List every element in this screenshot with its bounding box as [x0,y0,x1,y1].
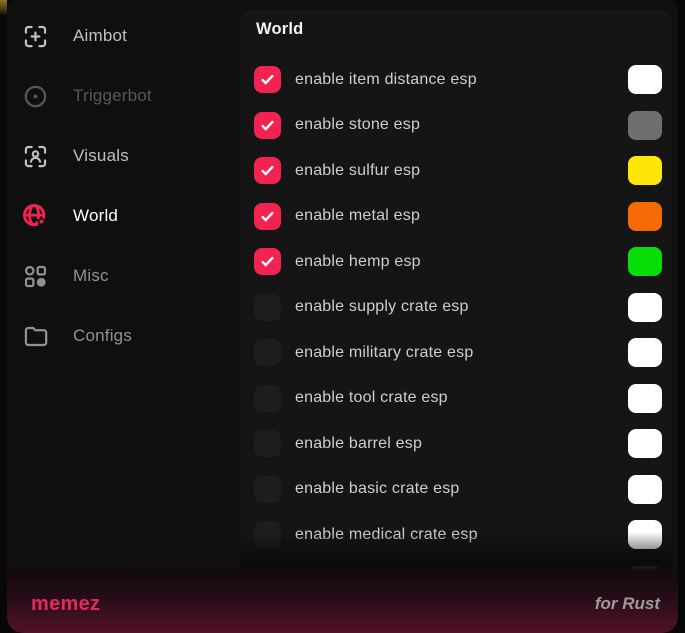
sidebar-item-label: Aimbot [73,26,127,46]
color-swatch[interactable] [628,65,662,94]
triggerbot-circle-dot-icon [22,83,49,110]
checkbox-unchecked[interactable] [254,385,281,412]
sidebar-item-configs[interactable]: Configs [7,306,240,366]
esp-option-label: enable barrel esp [295,435,422,453]
checkbox-unchecked[interactable] [254,294,281,321]
esp-options-list: enable item distance esp enable stone esp… [254,57,662,570]
esp-option-label: enable metal esp [295,207,420,225]
esp-option-row: enable medical crate esp [254,512,662,558]
checkbox-unchecked[interactable] [254,430,281,457]
esp-option-row: enable item distance esp [254,57,662,103]
color-swatch[interactable] [628,475,662,504]
esp-option-label: enable medical crate esp [295,526,478,544]
checkbox-checked[interactable] [254,157,281,184]
checkbox-unchecked[interactable] [254,521,281,548]
color-swatch[interactable] [628,520,662,549]
checkbox-checked[interactable] [254,66,281,93]
background-game-sliver [0,0,7,16]
checkbox-checked[interactable] [254,112,281,139]
brand-tagline: for Rust [595,594,660,614]
checkbox-unchecked[interactable] [254,339,281,366]
sidebar-item-world[interactable]: World [7,186,240,246]
panel-title: World [256,20,303,39]
sidebar-item-aimbot[interactable]: Aimbot [7,6,240,66]
esp-option-row: enable military crate esp [254,330,662,376]
color-swatch[interactable] [628,111,662,140]
color-swatch[interactable] [628,566,662,570]
checkbox-unchecked[interactable] [254,476,281,503]
esp-option-row: enable hemp esp [254,239,662,285]
cheat-menu-window: AimbotTriggerbotVisualsWorldMiscConfigs … [7,0,678,633]
esp-option-label: enable stone esp [295,116,420,134]
esp-option-row: enable barrel esp [254,421,662,467]
esp-option-row [254,558,662,571]
brand-name: memez [31,593,100,616]
checkbox-checked[interactable] [254,248,281,275]
checkbox-checked[interactable] [254,203,281,230]
sidebar-item-label: Visuals [73,146,129,166]
esp-option-label: enable sulfur esp [295,162,420,180]
esp-option-label: enable supply crate esp [295,298,469,316]
sidebar-item-label: Misc [73,266,109,286]
esp-option-label: enable hemp esp [295,253,421,271]
esp-option-row: enable sulfur esp [254,148,662,194]
sidebar-item-visuals[interactable]: Visuals [7,126,240,186]
color-swatch[interactable] [628,293,662,322]
aimbot-crosshair-icon [22,23,49,50]
visuals-scan-person-icon [22,143,49,170]
esp-option-label: enable military crate esp [295,344,473,362]
esp-option-label: enable tool crate esp [295,389,448,407]
world-globe-star-icon [22,203,49,230]
esp-option-label: enable item distance esp [295,71,477,89]
color-swatch[interactable] [628,247,662,276]
sidebar-item-label: World [73,206,118,226]
esp-option-row: enable supply crate esp [254,285,662,331]
color-swatch[interactable] [628,202,662,231]
esp-option-row: enable stone esp [254,103,662,149]
esp-option-row: enable basic crate esp [254,467,662,513]
checkbox-unchecked[interactable] [254,567,281,570]
color-swatch[interactable] [628,384,662,413]
footer: memez for Rust [7,575,678,633]
esp-option-row: enable tool crate esp [254,376,662,422]
sidebar-item-misc[interactable]: Misc [7,246,240,306]
sidebar-item-label: Configs [73,326,132,346]
sidebar-item-label: Triggerbot [73,86,152,106]
misc-shapes-icon [22,263,49,290]
color-swatch[interactable] [628,338,662,367]
sidebar-item-triggerbot[interactable]: Triggerbot [7,66,240,126]
sidebar: Aimbot Triggerbot Visuals World Misc Configs [7,0,240,575]
esp-option-row: enable metal esp [254,194,662,240]
color-swatch[interactable] [628,429,662,458]
settings-panel: World enable item distance esp enable sto… [240,10,672,570]
configs-folder-icon [22,323,49,350]
color-swatch[interactable] [628,156,662,185]
esp-option-label: enable basic crate esp [295,480,460,498]
